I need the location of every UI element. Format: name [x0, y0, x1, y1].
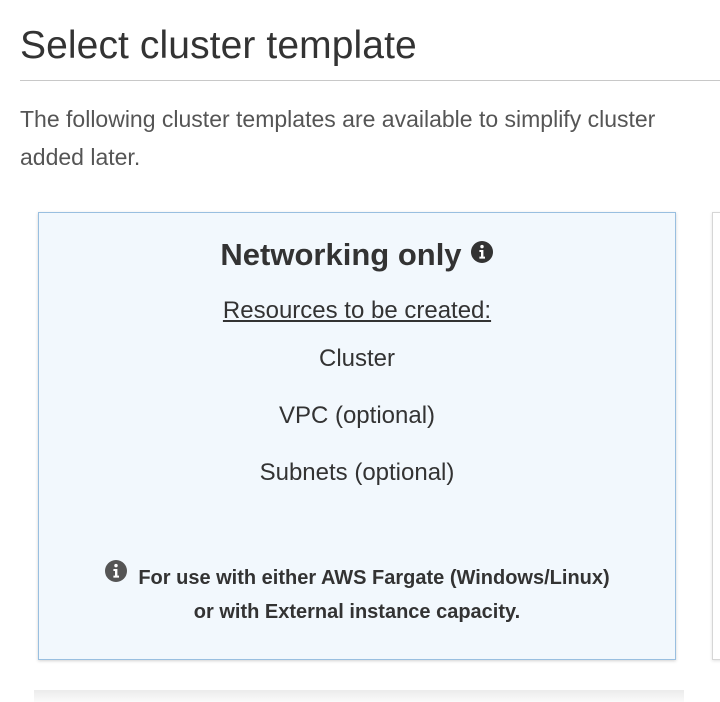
info-icon[interactable]	[470, 236, 494, 272]
resource-item-subnets: Subnets (optional)	[259, 459, 455, 486]
title-divider	[20, 80, 720, 81]
resources-heading: Resources to be created:	[222, 297, 492, 324]
resource-item-cluster: Cluster	[318, 345, 396, 372]
info-icon	[104, 559, 128, 594]
template-card-next[interactable]	[712, 212, 720, 660]
page-description-line-2: added later.	[20, 144, 141, 170]
page-description: The following cluster templates are avai…	[20, 100, 720, 176]
card-note-line-1: For use with either AWS Fargate (Windows…	[39, 559, 675, 596]
card-title-row: Networking only	[39, 237, 675, 275]
card-note-line-2: or with External instance capacity.	[193, 601, 521, 623]
template-card-networking-only[interactable]: Networking only Resources to be created:…	[38, 212, 676, 660]
page-title: Select cluster template	[20, 24, 417, 67]
card-title: Networking only	[220, 237, 462, 272]
resource-item-vpc: VPC (optional)	[278, 402, 436, 429]
page-description-line-1: The following cluster templates are avai…	[20, 106, 656, 132]
card-note-text-1: For use with either AWS Fargate (Windows…	[138, 566, 610, 589]
card-note: For use with either AWS Fargate (Windows…	[39, 559, 675, 629]
page: Select cluster template The following cl…	[0, 0, 720, 702]
next-card-row-shadow	[34, 690, 684, 702]
